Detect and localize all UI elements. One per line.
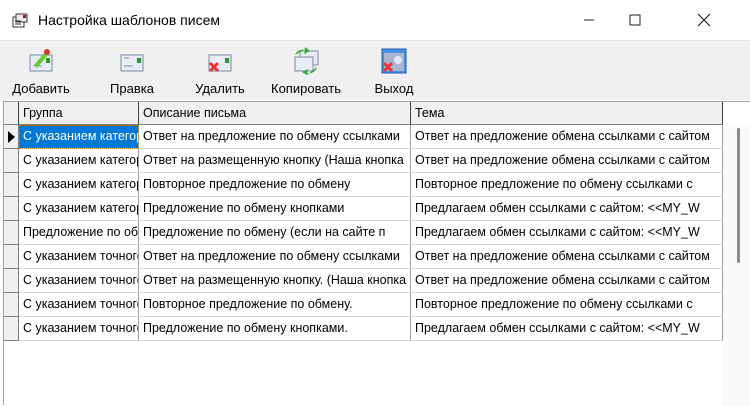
- add-letter-icon: [29, 49, 53, 72]
- exit-label: Выход: [374, 81, 414, 96]
- cell-subject[interactable]: Повторное предложение по обмену ссылками…: [411, 293, 723, 317]
- cell-subject[interactable]: Ответ на предложение обмена ссылками с с…: [411, 269, 723, 293]
- delete-letter-icon: [208, 54, 232, 73]
- row-indicator[interactable]: [4, 221, 19, 245]
- cell-subject[interactable]: Предлагаем обмен ссылками с сайтом: <<MY…: [411, 197, 723, 221]
- column-header-description[interactable]: Описание письма: [139, 102, 411, 125]
- cell-subject[interactable]: Предлагаем обмен ссылками с сайтом: <<MY…: [411, 221, 723, 245]
- cell-description[interactable]: Ответ на предложение по обмену ссылками: [139, 245, 411, 269]
- delete-label: Удалить: [195, 81, 245, 96]
- row-indicator[interactable]: [4, 197, 19, 221]
- table-row[interactable]: С указанием категорииОтвет на размещенну…: [4, 149, 723, 173]
- title-bar: Настройка шаблонов писем: [0, 0, 750, 40]
- column-header-group[interactable]: Группа: [19, 102, 139, 125]
- minimize-button[interactable]: [566, 0, 612, 40]
- row-indicator[interactable]: [4, 317, 19, 341]
- cell-description[interactable]: Предложение по обмену кнопками: [139, 197, 411, 221]
- window-title: Настройка шаблонов писем: [38, 12, 220, 28]
- cell-description[interactable]: Повторное предложение по обмену.: [139, 293, 411, 317]
- close-button[interactable]: [658, 0, 750, 40]
- toolbar: Добавить Правка Удалить Копировать Выход: [0, 40, 750, 100]
- column-header-subject[interactable]: Тема: [411, 102, 723, 125]
- row-indicator[interactable]: [4, 173, 19, 197]
- row-indicator[interactable]: [4, 245, 19, 269]
- cell-description[interactable]: Ответ на размещенную кнопку (Наша кнопка: [139, 149, 411, 173]
- cell-group[interactable]: С указанием категории: [19, 173, 139, 197]
- cell-description[interactable]: Ответ на предложение по обмену ссылками: [139, 125, 411, 149]
- copy-button[interactable]: Копировать: [266, 47, 346, 99]
- cell-subject[interactable]: Предлагаем обмен ссылками с сайтом: <<MY…: [411, 317, 723, 341]
- cell-group[interactable]: С указанием точного: [19, 245, 139, 269]
- cell-group[interactable]: С указанием точного: [19, 269, 139, 293]
- edit-letter-icon: [120, 54, 144, 72]
- cell-group[interactable]: С указанием точного: [19, 317, 139, 341]
- cell-group[interactable]: С указанием категории: [19, 125, 139, 149]
- current-row-arrow-icon: [8, 131, 15, 143]
- table-row[interactable]: С указанием точного Ответ на размещенную …: [4, 269, 723, 293]
- row-indicator[interactable]: [4, 269, 19, 293]
- templates-grid[interactable]: Группа Описание письма Тема С указанием …: [3, 101, 750, 406]
- cell-subject[interactable]: Ответ на предложение обмена ссылками с с…: [411, 245, 723, 269]
- row-indicator[interactable]: [4, 149, 19, 173]
- grid-header: Группа Описание письма Тема: [4, 102, 723, 125]
- table-row[interactable]: С указанием точного Предложение по обмену…: [4, 317, 723, 341]
- cell-group[interactable]: Предложение по обмену: [19, 221, 139, 245]
- cell-description[interactable]: Предложение по обмену (если на сайте п: [139, 221, 411, 245]
- cell-subject[interactable]: Ответ на предложение обмена ссылками с с…: [411, 149, 723, 173]
- cell-group[interactable]: С указанием точного: [19, 293, 139, 317]
- copy-label: Копировать: [271, 81, 341, 96]
- cell-description[interactable]: Повторное предложение по обмену: [139, 173, 411, 197]
- cell-description[interactable]: Предложение по обмену кнопками.: [139, 317, 411, 341]
- delete-button[interactable]: Удалить: [190, 47, 250, 99]
- scrollbar-thumb[interactable]: [737, 128, 740, 263]
- edit-button[interactable]: Правка: [104, 47, 160, 99]
- edit-label: Правка: [110, 81, 154, 96]
- row-indicator[interactable]: [4, 293, 19, 317]
- cell-subject[interactable]: Повторное предложение по обмену ссылками…: [411, 173, 723, 197]
- cell-group[interactable]: С указанием категории: [19, 197, 139, 221]
- table-row[interactable]: С указанием категорииОтвет на предложени…: [4, 125, 723, 149]
- add-button[interactable]: Добавить: [10, 47, 72, 99]
- letters-app-icon: [12, 13, 28, 28]
- add-label: Добавить: [12, 81, 70, 96]
- table-row[interactable]: Предложение по обменуПредложение по обме…: [4, 221, 723, 245]
- row-indicator[interactable]: [4, 125, 19, 149]
- exit-icon: [381, 48, 407, 74]
- cell-subject[interactable]: Ответ на предложение обмена ссылками с с…: [411, 125, 723, 149]
- exit-button[interactable]: Выход: [366, 47, 422, 99]
- table-row[interactable]: С указанием точного Повторное предложение…: [4, 293, 723, 317]
- indicator-header: [4, 102, 19, 125]
- copy-letter-icon: [294, 47, 319, 75]
- table-row[interactable]: С указанием категорииПредложение по обме…: [4, 197, 723, 221]
- cell-description[interactable]: Ответ на размещенную кнопку. (Наша кнопк…: [139, 269, 411, 293]
- table-row[interactable]: С указанием точного Ответ на предложение …: [4, 245, 723, 269]
- vertical-scrollbar[interactable]: [723, 125, 750, 406]
- cell-group[interactable]: С указанием категории: [19, 149, 139, 173]
- table-row[interactable]: С указанием категорииПовторное предложен…: [4, 173, 723, 197]
- maximize-button[interactable]: [612, 0, 658, 40]
